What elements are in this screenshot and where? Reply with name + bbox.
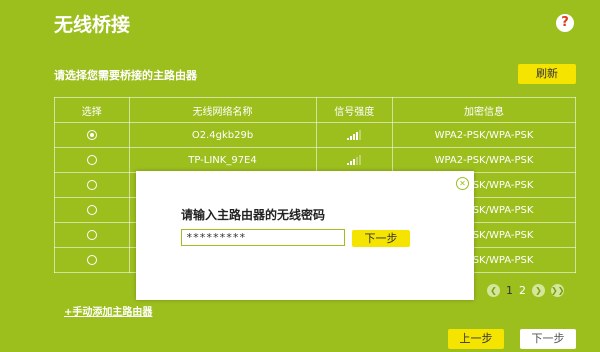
select-radio[interactable] (86, 154, 97, 165)
next-page-icon[interactable]: ❯ (532, 284, 545, 297)
ssid-cell: TP-LINK_97E4 (128, 147, 317, 173)
signal-strength-icon (347, 129, 362, 140)
refresh-button[interactable]: 刷新 (518, 64, 576, 84)
security-cell: WPA2-PSK/WPA-PSK (392, 122, 576, 148)
header-signal: 信号强度 (315, 97, 394, 123)
prev-page-icon[interactable]: ❮ (487, 284, 500, 297)
help-icon[interactable]: ? (556, 14, 574, 32)
select-cell (54, 197, 130, 223)
table-row[interactable]: O2.4gkb29b WPA2-PSK/WPA-PSK (54, 122, 576, 148)
select-radio[interactable] (86, 129, 97, 140)
select-radio[interactable] (86, 204, 97, 215)
security-cell: WPA2-PSK/WPA-PSK (392, 147, 576, 173)
dialog-title: 请输入主路由器的无线密码 (181, 208, 326, 222)
select-cell (54, 122, 130, 148)
select-cell (54, 147, 130, 173)
manual-add-router-link[interactable]: +手动添加主路由器 (64, 303, 152, 318)
ssid-cell: O2.4gkb29b (128, 122, 317, 148)
select-radio[interactable] (86, 229, 97, 240)
select-cell (54, 172, 130, 198)
header-security: 加密信息 (392, 97, 576, 123)
select-cell (54, 247, 130, 273)
page-number-1[interactable]: 1 (506, 284, 513, 297)
page-title: 无线桥接 (54, 14, 131, 36)
select-radio[interactable] (86, 254, 97, 265)
last-page-icon[interactable]: ❯❯ (551, 284, 564, 297)
close-icon[interactable]: ✕ (456, 177, 469, 190)
signal-cell (315, 147, 394, 173)
pagination: ❮ 1 2 ❯ ❯❯ (487, 284, 564, 297)
table-row[interactable]: TP-LINK_97E4 WPA2-PSK/WPA-PSK (54, 147, 576, 173)
signal-cell (315, 122, 394, 148)
header-select: 选择 (54, 97, 130, 123)
table-header-row: 选择 无线网络名称 信号强度 加密信息 (54, 97, 576, 123)
select-radio[interactable] (86, 179, 97, 190)
password-input[interactable]: ********* (181, 229, 345, 246)
prev-step-button[interactable]: 上一步 (448, 329, 504, 349)
table-caption: 请选择您需要桥接的主路由器 (54, 69, 197, 82)
next-step-button[interactable]: 下一步 (520, 329, 576, 349)
dialog-next-button[interactable]: 下一步 (352, 230, 410, 247)
select-cell (54, 222, 130, 248)
page-number-2[interactable]: 2 (519, 284, 526, 297)
header-ssid: 无线网络名称 (128, 97, 317, 123)
signal-strength-icon (347, 154, 362, 165)
